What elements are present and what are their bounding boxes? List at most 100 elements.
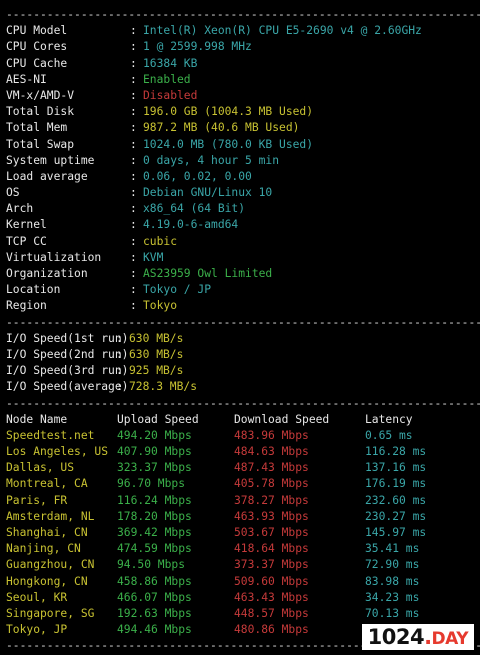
logo-suffix: DAY: [431, 629, 469, 649]
latency: 83.98 ms: [365, 574, 420, 588]
upload-speed: 458.86 Mbps: [117, 574, 192, 588]
info-key: Virtualization: [6, 250, 102, 264]
info-key: Organization: [6, 267, 88, 280]
info-key: CPU Cores: [6, 40, 68, 54]
speed-table-row: Guangzhou, CN 94.50 Mbps 373.37 Mbps 72.90 …: [6, 557, 480, 573]
info-key: Location: [6, 283, 61, 297]
info-colon: :: [130, 250, 137, 264]
speed-table-header: Node Name Upload Speed Download Speed La…: [6, 412, 480, 428]
io-colon: :: [116, 331, 123, 345]
node-name: Hongkong, CN: [6, 574, 88, 588]
system-info-row: CPU Cache:16384 KB: [6, 56, 480, 72]
download-speed: 373.37 Mbps: [234, 558, 309, 572]
system-info-row: Arch: x86_64 (64 Bit): [6, 201, 480, 217]
speed-table-row: Montreal, CA 96.70 Mbps 405.78 Mbps 176.19 …: [6, 476, 480, 492]
speed-table-row: Dallas, US 323.37 Mbps 487.43 Mbps 137.16 m…: [6, 460, 480, 476]
info-value: 0 days, 4 hour 5 min: [143, 153, 280, 167]
info-colon: :: [130, 88, 137, 102]
latency: 137.16 ms: [365, 461, 427, 475]
upload-speed: 96.70 Mbps: [117, 477, 186, 491]
info-key: VM-x/AMD-V: [6, 88, 75, 102]
header-latency: Latency: [365, 412, 413, 426]
info-colon: :: [130, 234, 137, 248]
system-info-row: OS: Debian GNU/Linux 10: [6, 185, 480, 201]
info-value: 4.19.0-6-amd64: [143, 218, 239, 232]
node-name: Singapore, SG: [6, 606, 95, 620]
info-key: Kernel: [6, 218, 47, 232]
info-key: CPU Model: [6, 24, 68, 38]
system-info-row: Load average:0.06, 0.02, 0.00: [6, 169, 480, 185]
speed-table-row: Seoul, KR 466.07 Mbps 463.43 Mbps 34.23 ms: [6, 590, 480, 606]
upload-speed: 178.20 Mbps: [117, 509, 192, 523]
logo-number: 1024: [367, 625, 425, 649]
info-colon: :: [130, 186, 137, 200]
info-colon: :: [130, 24, 137, 38]
io-key: I/O Speed(1st run): [6, 331, 129, 345]
system-info-row: System uptime:0 days, 4 hour 5 min: [6, 153, 480, 169]
system-info-row: Organization: AS23959 Owl Limited: [6, 266, 480, 282]
io-value: 630 MB/s: [129, 347, 184, 361]
node-name: Amsterdam, NL: [6, 509, 95, 523]
info-value: 196.0 GB (1004.3 MB Used): [143, 105, 314, 119]
node-name: Seoul, KR: [6, 590, 68, 604]
download-speed: 484.63 Mbps: [234, 445, 309, 459]
system-info-row: VM-x/AMD-V: Disabled: [6, 88, 480, 104]
latency: 0.65 ms: [365, 428, 413, 442]
download-speed: 480.86 Mbps: [234, 623, 309, 637]
info-colon: :: [130, 72, 137, 86]
upload-speed: 369.42 Mbps: [117, 526, 192, 539]
info-value: 987.2 MB (40.6 MB Used): [143, 121, 300, 135]
speed-table-row: Shanghai, CN 369.42 Mbps 503.67 Mbps 145.97…: [6, 525, 480, 541]
system-info-row: Total Swap:1024.0 MB (780.0 KB Used): [6, 137, 480, 153]
io-value: 925 MB/s: [129, 364, 184, 378]
latency: 145.97 ms: [365, 526, 427, 539]
info-value: Enabled: [143, 72, 191, 86]
info-key: Region: [6, 299, 47, 313]
separator-line: ----------------------------------------…: [6, 8, 480, 21]
system-info-row: Kernel:4.19.0-6-amd64: [6, 217, 480, 233]
upload-speed: 474.59 Mbps: [117, 542, 192, 556]
node-name: Montreal, CA: [6, 477, 88, 491]
header-upload-speed: Upload Speed: [117, 412, 199, 426]
info-value: 16384 KB: [143, 56, 198, 70]
node-name: Speedtest.net: [6, 428, 95, 442]
info-key: TCP CC: [6, 234, 47, 248]
latency: 116.28 ms: [365, 445, 427, 459]
info-colon: :: [130, 283, 137, 297]
system-info-row: Total Disk:196.0 GB (1004.3 MB Used): [6, 104, 480, 120]
speed-table-row: Nanjing, CN 474.59 Mbps 418.64 Mbps 35.41 m…: [6, 541, 480, 557]
info-colon: :: [130, 202, 137, 216]
upload-speed: 94.50 Mbps: [117, 558, 186, 572]
speed-table-row: Singapore, SG 192.63 Mbps 448.57 Mbps 70.13…: [6, 606, 480, 622]
io-value: 728.3 MB/s: [129, 380, 198, 394]
info-colon: :: [130, 40, 137, 54]
io-speed-row: I/O Speed(1st run):630 MB/s: [6, 331, 480, 347]
info-colon: :: [130, 56, 137, 70]
latency: 35.41 ms: [365, 542, 420, 556]
download-speed: 378.27 Mbps: [234, 493, 309, 507]
download-speed: 509.60 Mbps: [234, 574, 309, 588]
info-colon: :: [130, 218, 137, 232]
latency: 70.13 ms: [365, 606, 420, 620]
header-node-name: Node Name: [6, 412, 68, 426]
upload-speed: 192.63 Mbps: [117, 606, 192, 620]
upload-speed: 323.37 Mbps: [117, 461, 192, 475]
info-value: 1024.0 MB (780.0 KB Used): [143, 137, 314, 151]
info-value: KVM: [143, 250, 164, 264]
latency: 176.19 ms: [365, 477, 427, 491]
terminal-output: ----------------------------------------…: [6, 7, 480, 655]
info-value: cubic: [143, 234, 178, 248]
latency: 230.27 ms: [365, 509, 427, 523]
info-value: x86_64 (64 Bit): [143, 202, 246, 216]
io-speed-section: I/O Speed(1st run):630 MB/s I/O Speed(2nd…: [6, 331, 480, 396]
node-name: Shanghai, CN: [6, 526, 88, 539]
io-colon: :: [116, 380, 123, 394]
io-key: I/O Speed(average): [6, 380, 129, 394]
info-key: Total Mem: [6, 121, 68, 135]
node-name: Tokyo, JP: [6, 623, 68, 637]
info-colon: :: [130, 299, 137, 313]
info-key: CPU Cache: [6, 56, 68, 70]
upload-speed: 116.24 Mbps: [117, 493, 192, 507]
info-key: Total Disk: [6, 105, 75, 119]
io-key: I/O Speed(2nd run): [6, 347, 129, 361]
